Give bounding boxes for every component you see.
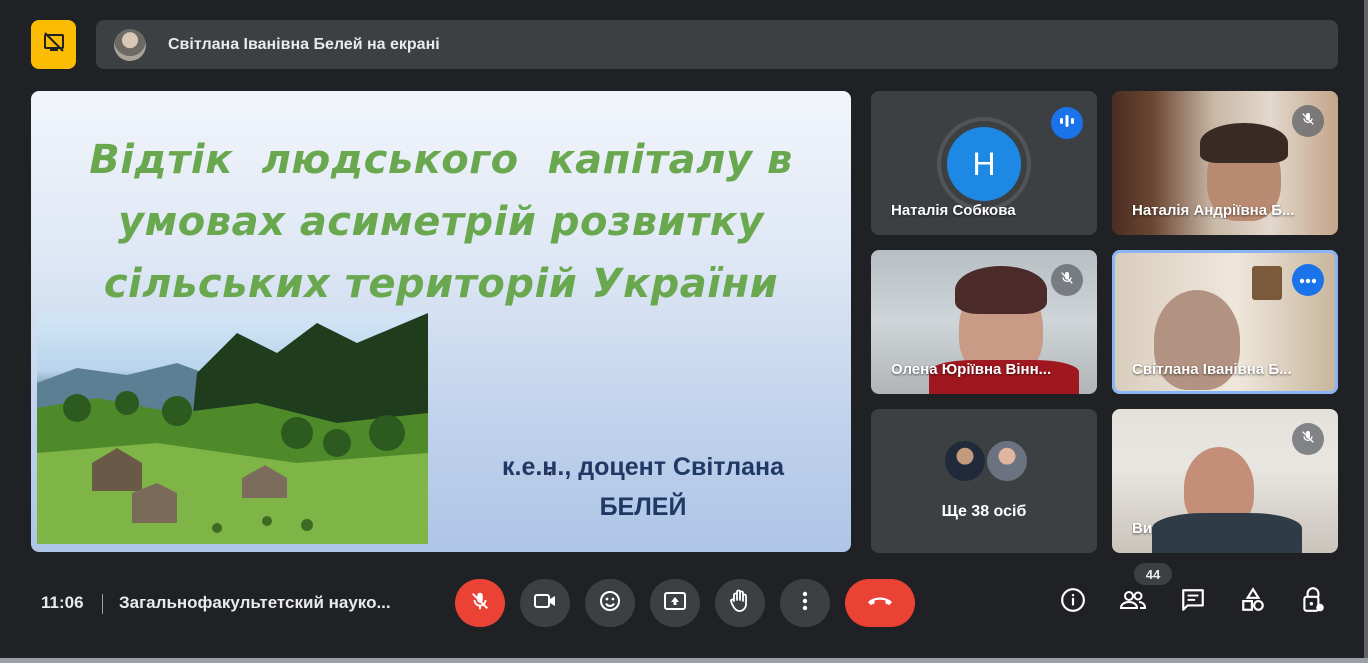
speaking-indicator <box>1051 107 1083 139</box>
more-participants-tile[interactable]: Ще 38 осіб <box>871 409 1097 553</box>
mic-off-icon <box>1059 270 1075 291</box>
mic-muted-indicator <box>1051 264 1083 296</box>
present-screen-button[interactable] <box>650 579 700 627</box>
participant-tile[interactable]: Наталія Андріївна Б... <box>1112 91 1338 235</box>
emoji-icon <box>598 589 622 618</box>
slide-title-line: умовах асиметрій розвитку <box>118 199 764 245</box>
participant-name: Наталія Собкова <box>891 202 1016 219</box>
audio-level-icon <box>1059 114 1075 133</box>
window-edge-right <box>1364 0 1368 663</box>
mic-off-icon <box>1300 429 1316 450</box>
participant-hair <box>1200 123 1288 163</box>
chat-icon <box>1180 587 1206 618</box>
participant-tile[interactable]: Олена Юріївна Вінн... <box>871 250 1097 394</box>
mic-muted-indicator <box>1292 423 1324 455</box>
slide-title-line: сільських територій України <box>103 261 779 307</box>
participant-tile[interactable]: Н Наталія Собкова <box>871 91 1097 235</box>
mic-off-icon <box>469 590 491 617</box>
participant-tile-selected[interactable]: Світлана Іванівна Б... <box>1112 250 1338 394</box>
more-options-button[interactable] <box>780 579 830 627</box>
participant-name: Наталія Андріївна Б... <box>1132 202 1295 219</box>
mic-muted-indicator <box>1292 105 1324 137</box>
self-view-tile[interactable]: Ви <box>1112 409 1338 553</box>
presenter-avatar <box>114 28 146 61</box>
leave-call-button[interactable] <box>845 579 915 627</box>
meeting-clock: 11:06 <box>41 593 84 612</box>
slide-author: к.е.н., доцент Світлана БЕЛЕЙ <box>461 447 825 527</box>
call-end-icon <box>866 594 894 613</box>
more-horiz-icon <box>1299 271 1317 289</box>
more-participants-avatars <box>943 439 1029 483</box>
present-screen-icon <box>663 590 687 617</box>
presenting-banner: Світлана Іванівна Белей на екрані <box>96 20 1338 69</box>
participant-name: Олена Юріївна Вінн... <box>891 361 1052 378</box>
mic-toggle-button[interactable] <box>455 579 505 627</box>
present-stop-icon <box>42 30 66 59</box>
participant-hair <box>955 266 1047 314</box>
shared-screen: Відтік людського капіталу в умовах асиме… <box>31 91 851 552</box>
window-edge-bottom <box>0 658 1368 663</box>
mini-avatar <box>985 439 1029 483</box>
slide-title-line: Відтік людського капіталу в <box>89 137 793 183</box>
slide-author-line: БЕЛЕЙ <box>599 493 687 521</box>
slide-author-line: к.е.н., доцент Світлана <box>501 453 785 481</box>
info-icon <box>1060 587 1086 618</box>
chat-button[interactable] <box>1179 588 1207 616</box>
participant-count-badge: 44 <box>1134 563 1172 585</box>
presenting-label: Світлана Іванівна Белей на екрані <box>168 35 440 53</box>
host-controls-icon <box>1300 586 1326 619</box>
participant-options-button[interactable] <box>1292 264 1324 296</box>
slide-landscape-photo <box>37 313 428 544</box>
camera-icon <box>533 591 557 616</box>
host-controls-button[interactable] <box>1299 586 1327 619</box>
meeting-details-button[interactable] <box>1059 587 1087 618</box>
people-button[interactable] <box>1119 588 1147 616</box>
participant-avatar: Н <box>947 127 1021 201</box>
activities-icon <box>1240 586 1266 618</box>
raise-hand-icon <box>729 589 751 618</box>
activities-button[interactable] <box>1239 586 1267 618</box>
people-icon <box>1119 588 1147 617</box>
stop-presenting-button[interactable] <box>31 20 76 69</box>
raise-hand-button[interactable] <box>715 579 765 627</box>
mic-off-icon <box>1300 111 1316 132</box>
participant-name: Світлана Іванівна Б... <box>1132 361 1292 378</box>
camera-toggle-button[interactable] <box>520 579 570 627</box>
slide-title: Відтік людського капіталу в умовах асиме… <box>31 129 851 315</box>
meeting-title[interactable]: Загальнофакультетский науко... <box>119 593 437 613</box>
participant-clothing <box>1152 513 1302 553</box>
participant-name: Ви <box>1132 520 1153 537</box>
more-participants-label: Ще 38 осіб <box>941 503 1027 520</box>
more-vert-icon <box>802 591 808 616</box>
bottom-bar-divider <box>102 594 103 614</box>
mini-avatar <box>943 439 987 483</box>
reactions-button[interactable] <box>585 579 635 627</box>
